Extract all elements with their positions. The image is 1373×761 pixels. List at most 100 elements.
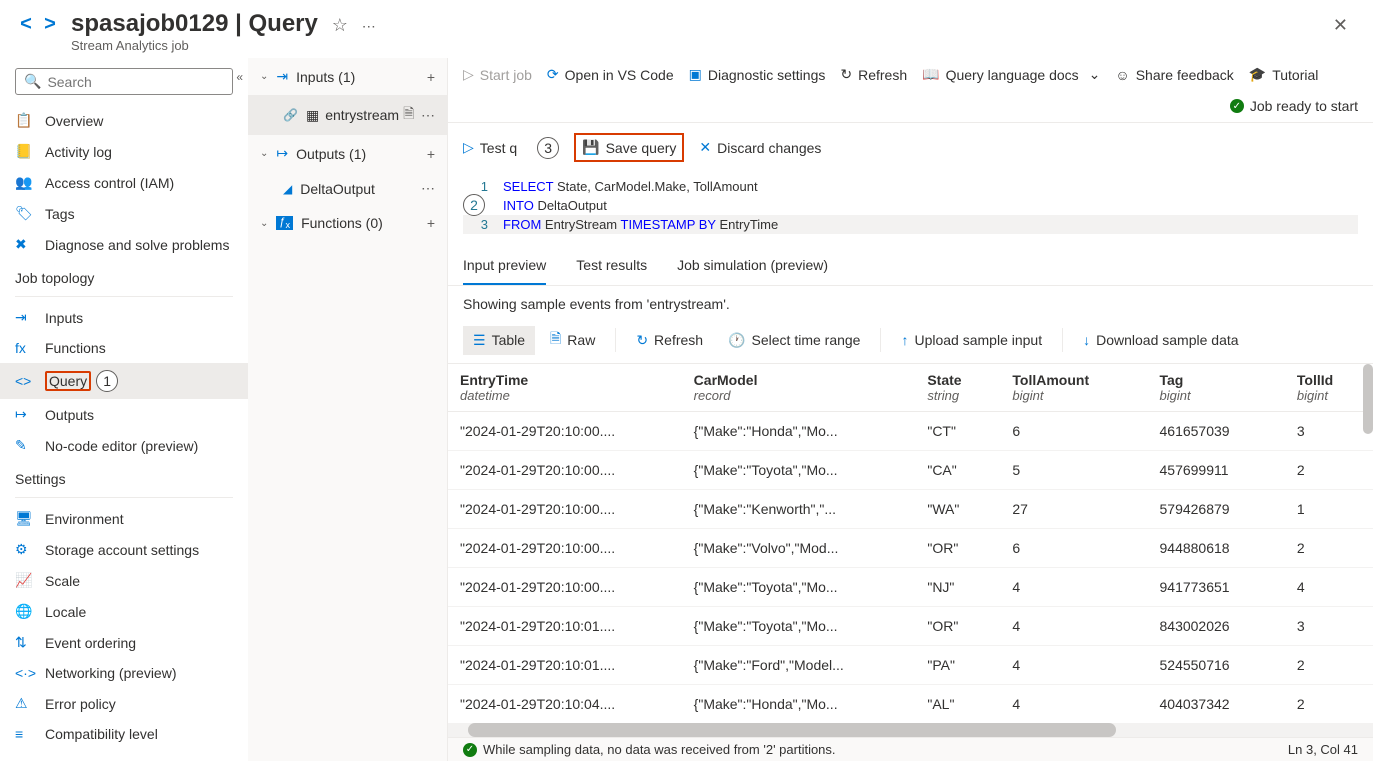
tab-test-results[interactable]: Test results bbox=[576, 247, 647, 285]
table-cell: 2 bbox=[1285, 529, 1373, 568]
discard-button[interactable]: ✕Discard changes bbox=[699, 139, 821, 156]
query-editor[interactable]: 1 SELECT State, CarModel.Make, TollAmoun… bbox=[448, 172, 1373, 247]
time-range-button[interactable]: 🕐Select time range bbox=[718, 326, 870, 355]
nav-item-event-ordering[interactable]: ⇅Event ordering bbox=[0, 627, 248, 658]
tree-functions-label: Functions (0) bbox=[301, 215, 383, 231]
add-function-icon[interactable]: + bbox=[427, 215, 435, 231]
table-cell: 461657039 bbox=[1148, 412, 1285, 451]
preview-refresh-button[interactable]: ↻Refresh bbox=[626, 326, 713, 355]
locale-icon: 🌐 bbox=[15, 603, 35, 620]
menu-search[interactable]: 🔍 bbox=[15, 68, 233, 95]
view-raw-button[interactable]: 🗎Raw bbox=[540, 322, 605, 358]
nav-item-diagnose-and-solve-problems[interactable]: ✖Diagnose and solve problems bbox=[0, 229, 248, 260]
cursor-position: Ln 3, Col 41 bbox=[1288, 742, 1358, 757]
nav-item-outputs[interactable]: ↦Outputs bbox=[0, 399, 248, 430]
table-cell: "2024-01-29T20:10:04.... bbox=[448, 685, 682, 724]
preview-info-text: Showing sample events from 'entrystream'… bbox=[448, 286, 1373, 317]
download-button[interactable]: ↓Download sample data bbox=[1073, 326, 1248, 354]
nav-item-no-code-editor-preview-[interactable]: ✎No-code editor (preview) bbox=[0, 430, 248, 461]
table-row[interactable]: "2024-01-29T20:10:00....{"Make":"Toyota"… bbox=[448, 568, 1373, 607]
table-row[interactable]: "2024-01-29T20:10:00....{"Make":"Toyota"… bbox=[448, 451, 1373, 490]
vertical-scrollbar[interactable] bbox=[1363, 364, 1373, 434]
nav-item-functions[interactable]: fxFunctions bbox=[0, 333, 248, 363]
delta-icon: ◢ bbox=[283, 182, 292, 196]
nav-item-tags[interactable]: 🏷 Tags bbox=[0, 198, 248, 229]
test-query-button[interactable]: ▷Test q bbox=[463, 139, 517, 156]
table-cell: "CA" bbox=[915, 451, 1000, 490]
results-tabs: Input preview Test results Job simulatio… bbox=[448, 247, 1373, 286]
table-cell: {"Make":"Toyota","Mo... bbox=[682, 607, 916, 646]
add-output-icon[interactable]: + bbox=[427, 146, 435, 162]
discard-icon: ✕ bbox=[699, 139, 711, 156]
close-icon[interactable]: ✕ bbox=[1328, 10, 1353, 41]
item-more-icon[interactable]: ⋯ bbox=[421, 107, 435, 124]
query-toolbar: ▷Test q 3 💾Save query ✕Discard changes bbox=[448, 123, 1373, 172]
nav-label: Overview bbox=[45, 113, 103, 129]
table-row[interactable]: "2024-01-29T20:10:01....{"Make":"Ford","… bbox=[448, 646, 1373, 685]
open-vscode-button[interactable]: ⟳Open in VS Code bbox=[547, 66, 674, 83]
tree-outputs[interactable]: ⌄ ↦ Outputs (1) + bbox=[248, 135, 447, 172]
start-job-button[interactable]: ▷Start job bbox=[463, 66, 532, 83]
item-more-icon[interactable]: ⋯ bbox=[421, 180, 435, 197]
nav-item-inputs[interactable]: ⇥Inputs bbox=[0, 302, 248, 333]
annotation-1: 1 bbox=[96, 370, 118, 392]
refresh-button[interactable]: ↻Refresh bbox=[840, 66, 907, 83]
section-settings: Settings bbox=[0, 461, 248, 492]
diagnostic-button[interactable]: ▣Diagnostic settings bbox=[689, 66, 826, 83]
table-row[interactable]: "2024-01-29T20:10:04....{"Make":"Honda",… bbox=[448, 685, 1373, 724]
column-tag[interactable]: Tagbigint bbox=[1148, 364, 1285, 412]
table-cell: {"Make":"Kenworth","... bbox=[682, 490, 916, 529]
favorite-star-icon[interactable]: ☆ bbox=[332, 15, 348, 35]
tree-output-delta[interactable]: ◢ DeltaOutput ⋯ bbox=[248, 172, 447, 205]
nav-item-scale[interactable]: 📈Scale bbox=[0, 565, 248, 596]
tree-input-entrystream[interactable]: 🔗 ▦ entrystream 🗎 ⋯ bbox=[248, 95, 447, 135]
nav-item-environment[interactable]: 🖥Environment bbox=[0, 503, 248, 534]
horizontal-scrollbar[interactable] bbox=[448, 723, 1373, 737]
functions-icon: fx bbox=[15, 340, 35, 356]
tree-inputs[interactable]: ⌄ ⇥ Inputs (1) + bbox=[248, 58, 447, 95]
nav-item-locale[interactable]: 🌐Locale bbox=[0, 596, 248, 627]
column-state[interactable]: Statestring bbox=[915, 364, 1000, 412]
tree-functions[interactable]: ⌄ ƒx Functions (0) + bbox=[248, 205, 447, 241]
nav-label: Networking (preview) bbox=[45, 665, 176, 681]
tab-input-preview[interactable]: Input preview bbox=[463, 247, 546, 285]
tab-job-simulation[interactable]: Job simulation (preview) bbox=[677, 247, 828, 285]
feedback-button[interactable]: ☺Share feedback bbox=[1115, 67, 1233, 83]
smile-icon: ☺ bbox=[1115, 67, 1129, 83]
nav-item-access-control-iam-[interactable]: 👥Access control (IAM) bbox=[0, 167, 248, 198]
preview-table-container[interactable]: EntryTimedatetimeCarModelrecordStatestri… bbox=[448, 364, 1373, 723]
tutorial-icon: 🎓 bbox=[1249, 66, 1266, 83]
table-row[interactable]: "2024-01-29T20:10:00....{"Make":"Kenwort… bbox=[448, 490, 1373, 529]
view-table-button[interactable]: ☰Table bbox=[463, 326, 535, 355]
nav-item-overview[interactable]: 📋Overview bbox=[0, 105, 248, 136]
more-actions-icon[interactable]: ⋯ bbox=[362, 18, 376, 34]
tree-input-label: entrystream bbox=[325, 107, 399, 123]
add-input-icon[interactable]: + bbox=[427, 69, 435, 85]
tags-icon: 🏷 bbox=[15, 205, 35, 222]
table-row[interactable]: "2024-01-29T20:10:01....{"Make":"Toyota"… bbox=[448, 607, 1373, 646]
docs-button[interactable]: 📖Query language docs⌄ bbox=[922, 66, 1100, 83]
table-row[interactable]: "2024-01-29T20:10:00....{"Make":"Honda",… bbox=[448, 412, 1373, 451]
table-cell: {"Make":"Toyota","Mo... bbox=[682, 451, 916, 490]
column-entrytime[interactable]: EntryTimedatetime bbox=[448, 364, 682, 412]
nav-label: Tags bbox=[45, 206, 75, 222]
upload-button[interactable]: ↑Upload sample input bbox=[891, 326, 1052, 354]
column-carmodel[interactable]: CarModelrecord bbox=[682, 364, 916, 412]
nav-item-compatibility-level[interactable]: ≡Compatibility level bbox=[0, 719, 248, 749]
event-ordering-icon: ⇅ bbox=[15, 634, 35, 651]
search-input[interactable] bbox=[47, 74, 228, 90]
nav-item-query[interactable]: <>Query1 bbox=[0, 363, 248, 399]
column-tollid[interactable]: TollIdbigint bbox=[1285, 364, 1373, 412]
table-row[interactable]: "2024-01-29T20:10:00....{"Make":"Volvo",… bbox=[448, 529, 1373, 568]
collapse-menu-icon[interactable]: « bbox=[236, 70, 243, 84]
nav-item-storage-account-settings[interactable]: ⚙Storage account settings bbox=[0, 534, 248, 565]
nav-item-activity-log[interactable]: 📒Activity log bbox=[0, 136, 248, 167]
tutorial-button[interactable]: 🎓Tutorial bbox=[1249, 66, 1319, 83]
nav-item-networking-preview-[interactable]: <·>Networking (preview) bbox=[0, 658, 248, 688]
nav-item-error-policy[interactable]: ⚠Error policy bbox=[0, 688, 248, 719]
save-query-button[interactable]: 💾Save query bbox=[574, 133, 684, 162]
nav-label: Outputs bbox=[45, 407, 94, 423]
table-cell: "CT" bbox=[915, 412, 1000, 451]
table-cell: 579426879 bbox=[1148, 490, 1285, 529]
column-tollamount[interactable]: TollAmountbigint bbox=[1000, 364, 1147, 412]
